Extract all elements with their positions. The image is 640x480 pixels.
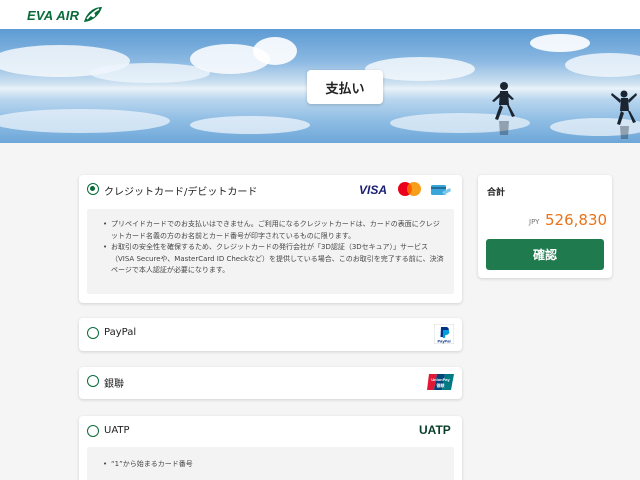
- payment-option-unionpay[interactable]: 銀聯 UnionPay 银联: [79, 367, 462, 399]
- eva-air-logo[interactable]: EVA AIR: [27, 6, 103, 24]
- uatp-radio[interactable]: [87, 425, 99, 437]
- paypal-radio[interactable]: [87, 327, 99, 339]
- unionpay-label: 銀聯: [104, 379, 124, 390]
- payment-option-credit-card[interactable]: クレジットカード/デビットカード VISA プリペイドカードでのお支払いはできま…: [79, 175, 462, 303]
- unionpay-radio[interactable]: [87, 375, 99, 387]
- hero-banner: 支払い: [0, 29, 640, 143]
- total-amount: 526,830: [545, 211, 608, 229]
- credit-card-radio[interactable]: [87, 183, 99, 195]
- paypal-label: PayPal: [104, 327, 137, 338]
- card-icon: [431, 185, 451, 195]
- unionpay-logo-icon: UnionPay 银联: [427, 374, 454, 390]
- paypal-logo-icon: PayPal: [434, 324, 454, 344]
- confirm-button[interactable]: 確認: [486, 239, 604, 270]
- payment-option-uatp[interactable]: UATP UATP “1”から始まるカード番号: [79, 416, 462, 480]
- page-title: 支払い: [307, 70, 383, 104]
- svg-text:PayPal: PayPal: [437, 339, 450, 344]
- note-item: “1”から始まるカード番号: [103, 459, 444, 471]
- note-item: プリペイドカードでのお支払いはできません。ご利用になるクレジットカードは、カード…: [103, 219, 444, 242]
- uatp-logo-icon: UATP: [419, 423, 451, 435]
- note-item: お取引の安全性を確保するため、クレジットカードの発行会社が「3D認証（3Dセキュ…: [103, 242, 444, 277]
- payment-option-paypal[interactable]: PayPal PayPal: [79, 318, 462, 351]
- currency-code: JPY: [529, 218, 540, 226]
- credit-card-label: クレジットカード/デビットカード: [104, 187, 258, 198]
- svg-text:银联: 银联: [437, 382, 445, 388]
- uatp-label: UATP: [104, 425, 130, 436]
- svg-text:UATP: UATP: [419, 423, 451, 435]
- credit-card-notes: プリペイドカードでのお支払いはできません。ご利用になるクレジットカードは、カード…: [87, 209, 454, 294]
- eva-leaf-icon: [84, 7, 103, 22]
- top-bar: EVA AIR: [0, 0, 640, 29]
- order-summary: 合計 JPY 526,830 確認: [478, 175, 612, 278]
- svg-text:VISA: VISA: [359, 183, 387, 195]
- uatp-notes: “1”から始まるカード番号: [87, 447, 454, 480]
- total-label: 合計: [487, 188, 506, 198]
- mastercard-icon: [398, 182, 421, 196]
- logo-text: EVA AIR: [27, 7, 80, 23]
- visa-icon: VISA: [359, 183, 387, 195]
- svg-text:UnionPay: UnionPay: [431, 377, 450, 382]
